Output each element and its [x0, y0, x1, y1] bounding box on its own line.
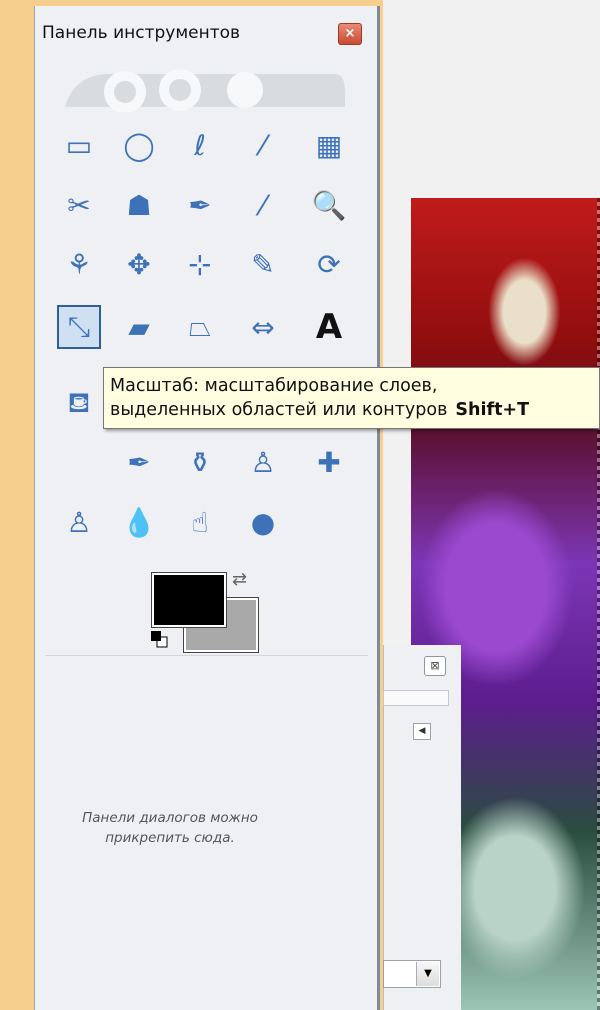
- dock-hint-line1: Панели диалогов можно: [82, 810, 258, 826]
- scale-icon: ⤡: [67, 310, 91, 343]
- perspective-icon: ⏢: [188, 310, 212, 343]
- bucket-icon: ⛾: [67, 385, 91, 419]
- fuzzy-select-tool[interactable]: ⁄: [241, 123, 285, 167]
- scissors-icon: ✂: [67, 188, 91, 222]
- align-tool[interactable]: ⊹: [178, 242, 222, 286]
- dodge-burn-tool[interactable]: ●: [241, 500, 285, 544]
- compass-icon: ⚘: [66, 247, 92, 281]
- zoom-tool[interactable]: 🔍: [307, 183, 351, 227]
- foreground-select-tool[interactable]: ☗: [117, 183, 161, 227]
- dropdown-arrow-icon[interactable]: ▼: [416, 962, 439, 986]
- water-drop-icon: 💧: [121, 505, 157, 539]
- dialog-dropdown[interactable]: ▼: [383, 960, 441, 988]
- tooltip-line2: выделенных областей или контуров: [110, 400, 448, 420]
- mypaint-tool[interactable]: ⚱: [178, 440, 222, 484]
- reset-colors-icon[interactable]: [149, 630, 169, 648]
- toolbox-close-button[interactable]: ×: [338, 23, 362, 45]
- magnifier-icon: 🔍: [311, 188, 347, 222]
- dodge-burn-icon: ●: [250, 505, 276, 539]
- move-tool[interactable]: ✥: [117, 242, 161, 286]
- heal-tool[interactable]: ✚: [307, 440, 351, 484]
- clone-tool[interactable]: ♙: [241, 440, 285, 484]
- tooltip-shortcut: Shift+T: [455, 400, 530, 420]
- scale-tool[interactable]: ⤡: [57, 305, 101, 349]
- shear-icon: ▰: [128, 310, 150, 344]
- blur-tool[interactable]: 💧: [117, 500, 161, 544]
- color-picker-tool[interactable]: ⁄: [241, 183, 285, 227]
- dialog-menu-arrow-icon[interactable]: ◀: [413, 723, 431, 740]
- smudge-tool[interactable]: ☝: [178, 500, 222, 544]
- foreground-color-swatch[interactable]: [152, 573, 226, 627]
- lasso-icon: ℓ: [194, 128, 206, 162]
- ink-tool[interactable]: ✒: [117, 440, 161, 484]
- perspective-clone-tool[interactable]: ♙: [57, 500, 101, 544]
- paths-tool[interactable]: ✒: [178, 183, 222, 227]
- crop-knife-icon: ✎: [251, 247, 275, 281]
- shear-tool[interactable]: ▰: [117, 305, 161, 349]
- text-tool[interactable]: A: [307, 305, 351, 349]
- free-select-tool[interactable]: ℓ: [178, 123, 222, 167]
- ellipse-select-tool[interactable]: ◯: [117, 123, 161, 167]
- dialog-tab[interactable]: [383, 690, 449, 706]
- bandage-icon: ✚: [317, 445, 341, 479]
- bucket-fill-tool[interactable]: ⛾: [57, 382, 101, 426]
- text-A-icon: A: [315, 307, 343, 347]
- perspective-clone-icon: ♙: [66, 505, 92, 539]
- rotate-tool[interactable]: ⟳: [307, 242, 351, 286]
- ink-bottle-icon: ⚱: [188, 445, 212, 479]
- rectangle-select-icon: ▭: [65, 128, 93, 162]
- ink-pen-icon: ✒: [127, 445, 151, 479]
- wilber-logo-icon: [65, 69, 345, 112]
- align-icon: ⊹: [188, 247, 212, 281]
- dialog-close-button[interactable]: ⊠: [424, 656, 446, 676]
- flip-icon: ⇔: [251, 310, 275, 344]
- scissors-select-tool[interactable]: ✂: [57, 183, 101, 227]
- move-arrows-icon: ✥: [127, 247, 151, 281]
- paths-pen-icon: ✒: [188, 188, 212, 222]
- select-by-color-tool[interactable]: ▦: [307, 123, 351, 167]
- perspective-tool[interactable]: ⏢: [178, 305, 222, 349]
- rect-select-tool[interactable]: ▭: [57, 123, 101, 167]
- swap-colors-icon[interactable]: ⇄: [232, 569, 247, 590]
- clone-stamp-icon: ♙: [250, 445, 276, 479]
- dock-hint-line2: прикрепить сюда.: [105, 830, 235, 846]
- flip-tool[interactable]: ⇔: [241, 305, 285, 349]
- smudge-finger-icon: ☝: [191, 505, 209, 539]
- ellipse-select-icon: ◯: [123, 128, 155, 162]
- measure-tool[interactable]: ⚘: [57, 242, 101, 286]
- magic-wand-icon: ⁄: [260, 128, 266, 162]
- toolbox-title: Панель инструментов: [42, 23, 241, 43]
- dock-hint: Панели диалогов можно прикрепить сюда.: [50, 808, 290, 848]
- scale-tool-tooltip: Масштаб: масштабирование слоев, выделенн…: [103, 367, 600, 429]
- crop-tool[interactable]: ✎: [241, 242, 285, 286]
- color-select-icon: ▦: [315, 128, 343, 162]
- foreground-select-icon: ☗: [126, 188, 152, 222]
- tooltip-line1: Масштаб: масштабирование слоев,: [110, 376, 438, 396]
- eyedropper-icon: ⁄: [260, 188, 266, 222]
- tooltip-line2-row: выделенных областей или контуров Shift+T: [110, 398, 591, 422]
- rotate-icon: ⟳: [317, 247, 341, 281]
